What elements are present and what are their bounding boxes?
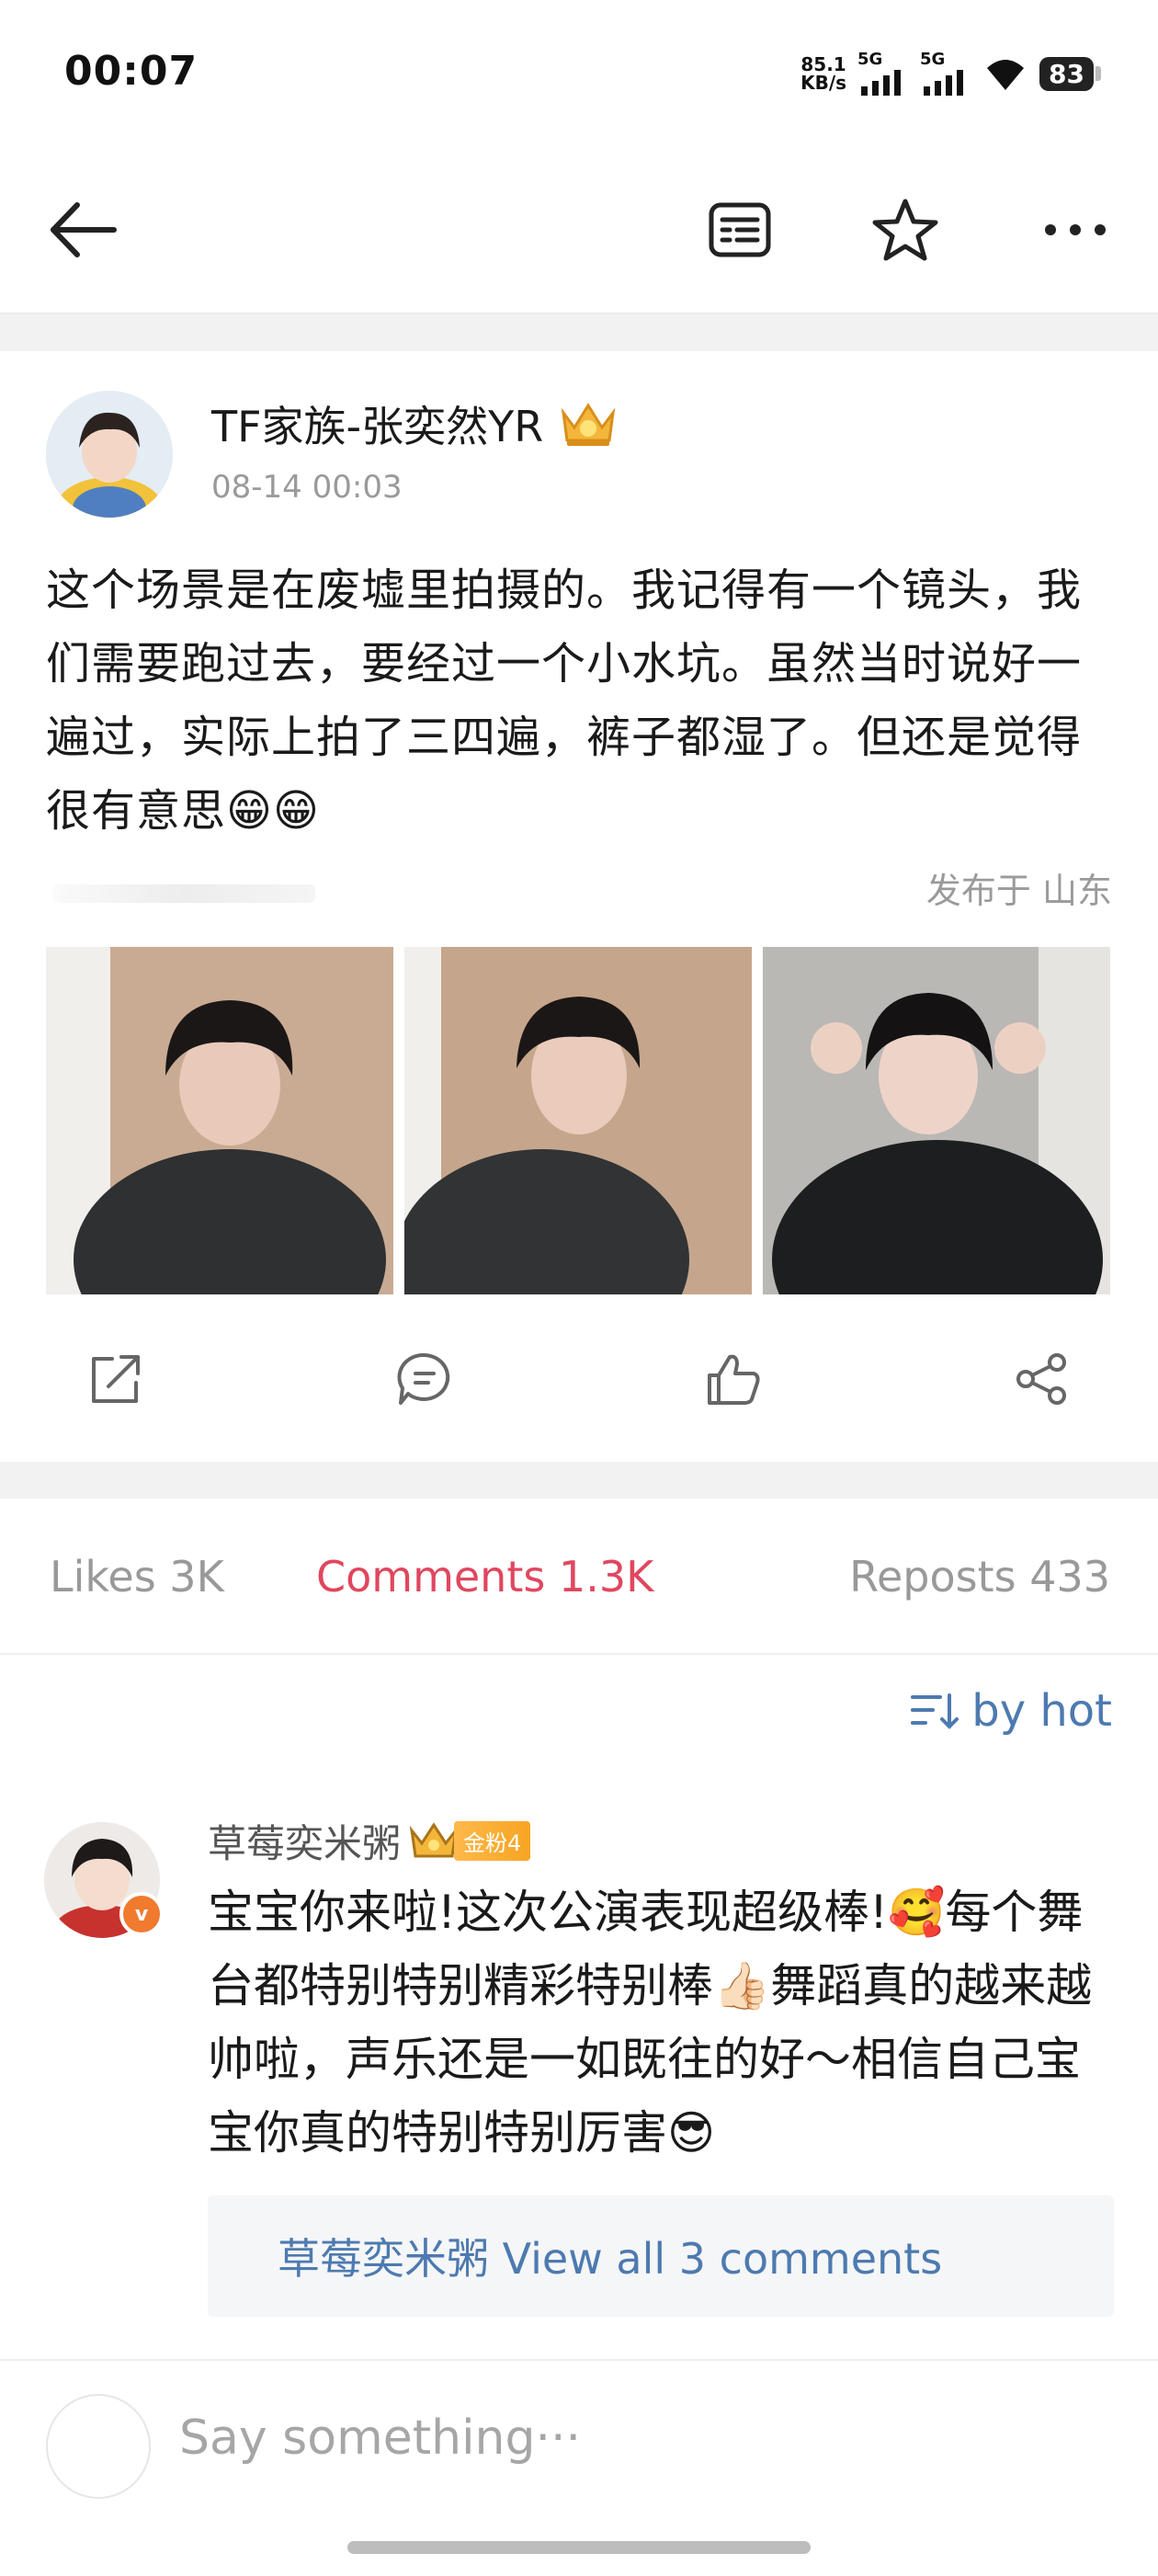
signal-sim2-icon: 5G [920,50,971,97]
post-photo-3[interactable] [763,947,1110,1294]
back-arrow-icon[interactable] [37,184,129,276]
wifi-icon [987,60,1025,90]
signal-sim1-icon: 5G [857,50,909,97]
post-action-bar [0,1333,1158,1425]
comment-text: 宝宝你来啦!这次公演表现超级棒!🥰每个舞台都特别特别精彩特别棒👍🏻舞蹈真的越来越… [208,1886,1093,2160]
comment-input[interactable]: Say something··· [179,2411,581,2466]
comment-compose-bar: Say something··· [0,2359,1158,2576]
user-avatar [46,2394,151,2499]
status-bar: 00:07 85.1 KB/s 5G 5G 83 [0,0,1158,147]
net-speed: 85.1 KB/s [800,55,846,92]
post-photo-1[interactable] [46,947,393,1294]
view-replies-box[interactable]: 草莓奕米粥 View all 3 comments [208,2195,1114,2317]
verified-badge: v [119,1892,164,1936]
like-icon[interactable] [697,1342,770,1416]
tab-likes[interactable]: Likes 3K [50,1552,224,1601]
tab-reposts[interactable]: Reposts 433 [849,1552,1110,1601]
net-speed-value: 85.1 [800,53,846,75]
more-icon[interactable] [1029,184,1121,276]
sort-toggle[interactable]: by hot [909,1685,1112,1737]
battery-icon: 83 [1039,56,1101,91]
author-row: TF家族-张奕然YR [211,393,619,454]
post-location: 发布于 山东 [925,871,1112,911]
commenter-name[interactable]: 草莓奕米粥 [208,1813,401,1869]
photo-grid [46,947,1110,1294]
fan-level-label: 金粉4 [454,1821,531,1861]
commenter-row: 草莓奕米粥 金粉4 [208,1813,531,1869]
view-all-replies-link[interactable]: View all 3 comments [503,2234,943,2284]
repost-icon[interactable] [79,1342,153,1416]
post-timestamp: 08-14 00:03 [211,469,403,506]
home-indicator[interactable] [347,2541,811,2554]
engagement-tabs: Likes 3K Comments 1.3K Reposts 433 [0,1499,1158,1655]
top-bar [0,147,1158,314]
blurred-text [53,884,315,903]
sim2-label: 5G [920,50,946,69]
author-avatar[interactable] [46,391,173,518]
post-text: 这个场景是在废墟里拍摄的。我记得有一个镜头，我们需要跑过去，要经过一个小水坑。虽… [46,564,1083,837]
crown-badge-icon [561,403,616,446]
net-speed-unit: KB/s [800,72,847,94]
post-photo-2[interactable] [404,947,752,1294]
crown-icon [409,1821,459,1857]
sim1-label: 5G [857,50,883,69]
status-icons: 85.1 KB/s 5G 5G 83 [800,48,1101,99]
sort-label: by hot [971,1685,1112,1737]
replies-author: 草莓奕米粥 [278,2234,489,2284]
clock: 00:07 [64,48,199,95]
battery-level: 83 [1039,56,1094,91]
star-icon[interactable] [859,184,951,276]
reader-icon[interactable] [694,184,786,276]
sort-icon [911,1693,959,1729]
share-icon[interactable] [1005,1342,1079,1416]
comment-icon[interactable] [388,1342,461,1416]
tab-comments[interactable]: Comments 1.3K [316,1552,653,1601]
divider [0,314,1158,351]
divider [0,1462,1158,1499]
fan-level-badge: 金粉4 [408,1821,531,1862]
author-name[interactable]: TF家族-张奕然YR [211,393,543,454]
